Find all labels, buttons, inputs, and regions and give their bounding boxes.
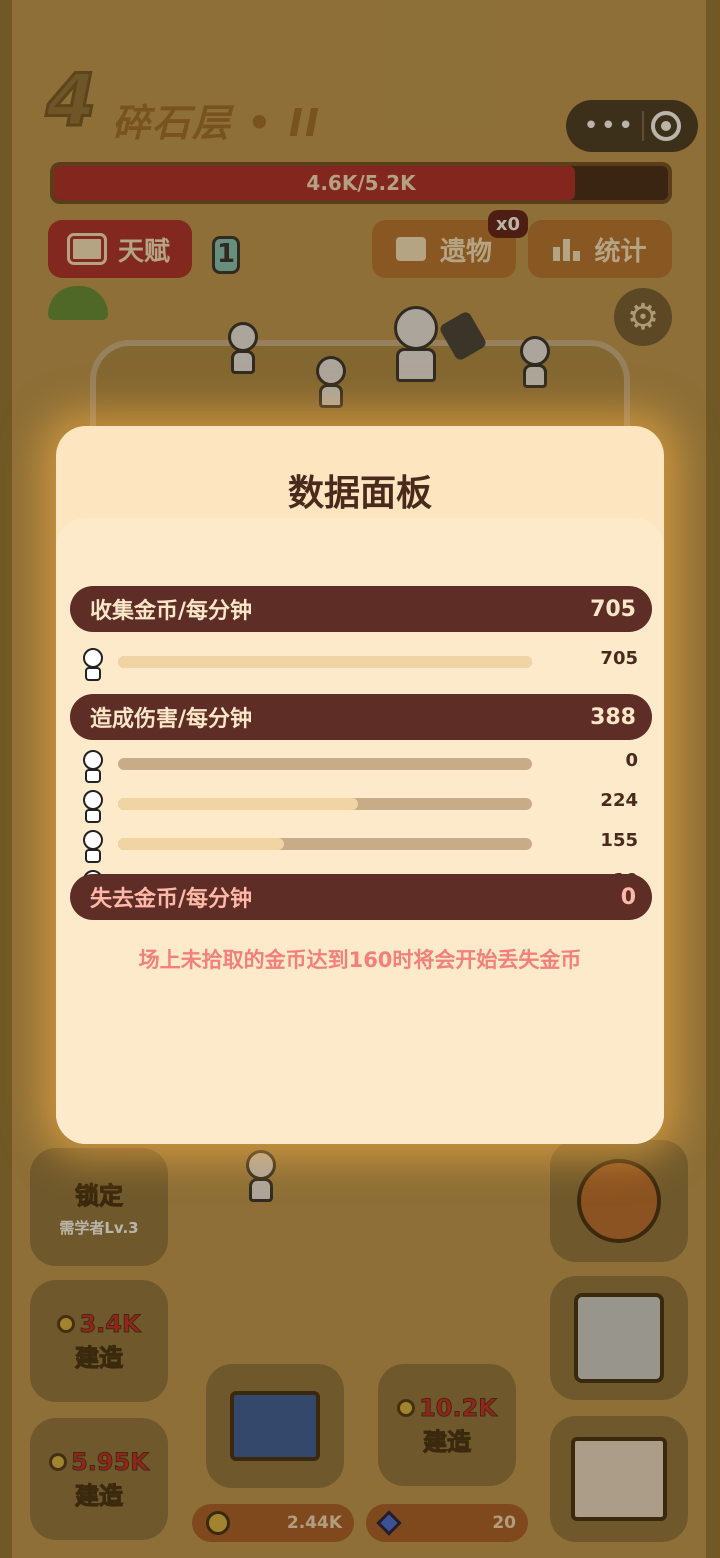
damage-row: 224 xyxy=(78,790,638,823)
panel-title: 数据面板 xyxy=(287,473,432,514)
worker-avatar-icon xyxy=(78,750,108,784)
worker-avatar-icon xyxy=(78,790,108,824)
damage-bar-track xyxy=(118,758,532,770)
collect-gold-value: 705 xyxy=(590,596,636,622)
collect-row: 705 xyxy=(78,648,638,681)
stats-panel: 数据面板 收集金币/每分钟 705 705 造成伤害/每分钟 388 0 224 1… xyxy=(56,426,664,1144)
lose-gold-label: 失去金币/每分钟 xyxy=(90,887,253,912)
damage-row-value: 0 xyxy=(625,750,638,771)
panel-body: 收集金币/每分钟 705 705 造成伤害/每分钟 388 022415510 … xyxy=(56,518,664,1144)
damage-row: 0 xyxy=(78,750,638,783)
lose-gold-header: 失去金币/每分钟 0 xyxy=(70,874,652,920)
damage-row: 155 xyxy=(78,830,638,863)
worker-avatar-icon xyxy=(78,648,108,682)
damage-bar-fill xyxy=(118,838,284,850)
collect-bar-track xyxy=(118,656,532,668)
lose-gold-value: 0 xyxy=(620,884,636,910)
damage-row-value: 155 xyxy=(600,830,638,851)
worker-avatar-icon xyxy=(78,830,108,864)
damage-bar-track xyxy=(118,798,532,810)
collect-bar-fill xyxy=(118,656,532,668)
damage-row-value: 224 xyxy=(600,790,638,811)
damage-bar-track xyxy=(118,838,532,850)
collect-gold-header: 收集金币/每分钟 705 xyxy=(70,586,652,632)
damage-value: 388 xyxy=(590,704,636,730)
collect-row-value: 705 xyxy=(600,648,638,669)
damage-bar-fill xyxy=(118,798,359,810)
gold-loss-notice: 场上未拾取的金币达到160时将会开始丢失金币 xyxy=(138,948,582,972)
collect-gold-label: 收集金币/每分钟 xyxy=(90,599,253,624)
damage-label: 造成伤害/每分钟 xyxy=(90,707,253,732)
damage-header: 造成伤害/每分钟 388 xyxy=(70,694,652,740)
